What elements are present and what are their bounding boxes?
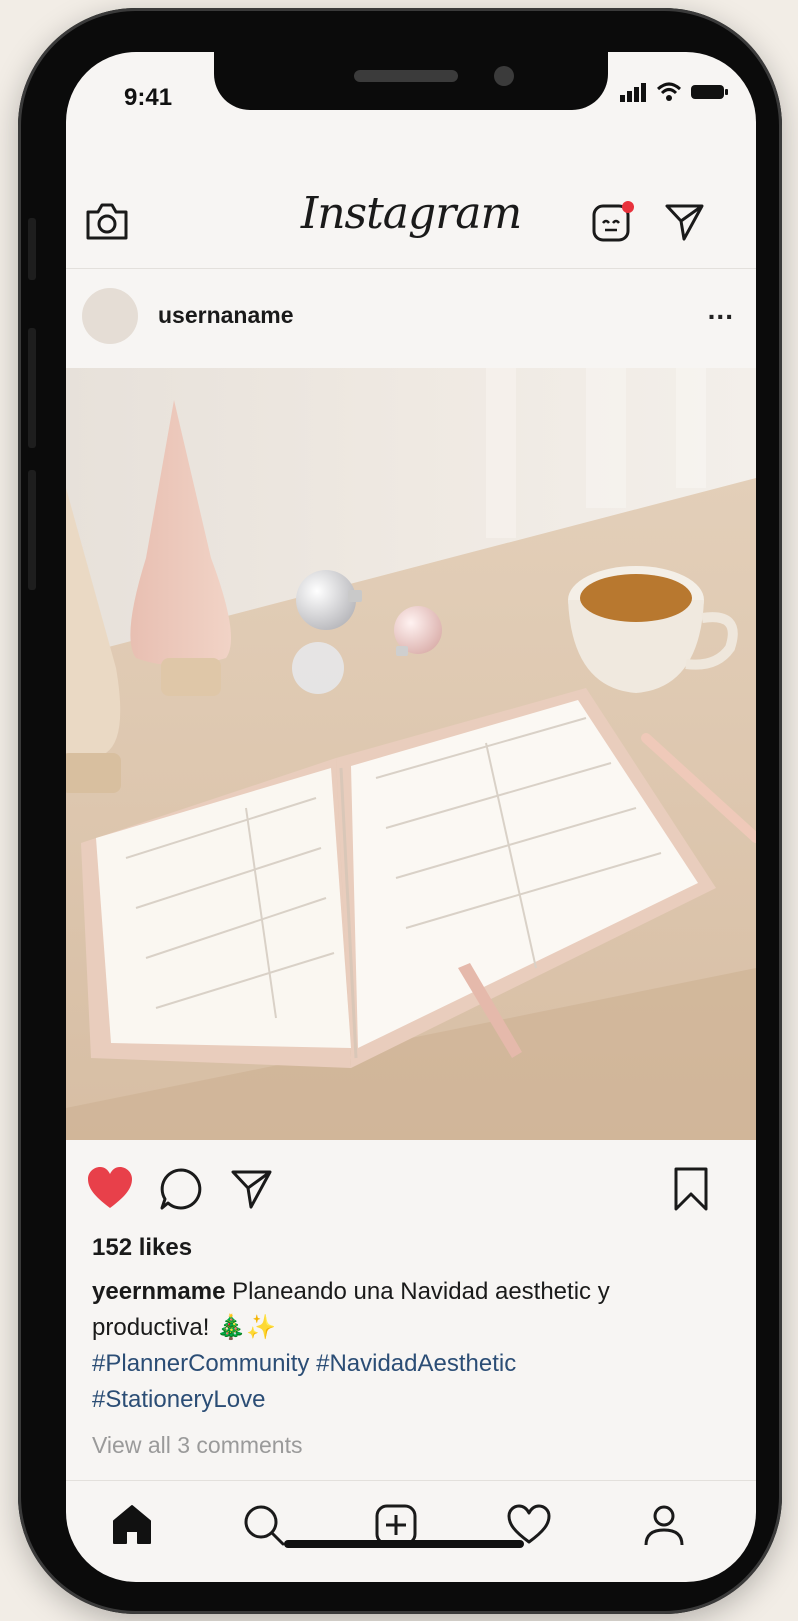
notch <box>214 52 608 110</box>
home-indicator[interactable] <box>284 1540 524 1548</box>
post-username[interactable]: usernaname <box>158 302 294 329</box>
mute-switch <box>28 218 36 280</box>
signal-icon <box>620 83 646 102</box>
share-icon[interactable] <box>230 1168 274 1210</box>
post-image[interactable] <box>66 368 756 1140</box>
notification-dot <box>622 201 634 213</box>
volume-down-button <box>28 470 36 590</box>
instagram-logo[interactable]: Instagram <box>66 188 756 239</box>
volume-up-button <box>28 328 36 448</box>
bookmark-icon[interactable] <box>672 1166 710 1212</box>
caption-username[interactable]: yeernmame <box>92 1278 225 1305</box>
app-header: Instagram <box>66 148 756 269</box>
avatar[interactable] <box>82 288 138 344</box>
post-caption: yeernmame Planeando una Navidad aestheti… <box>92 1274 732 1418</box>
screen: 9:41 Instagram usernaname ... 152 likes … <box>66 52 756 1582</box>
status-time: 9:41 <box>124 84 173 111</box>
wifi-icon <box>656 82 682 101</box>
home-icon[interactable] <box>110 1503 154 1545</box>
reels-icon[interactable] <box>590 198 636 244</box>
profile-icon[interactable] <box>642 1503 686 1547</box>
search-icon[interactable] <box>242 1503 286 1547</box>
like-icon[interactable] <box>86 1166 134 1210</box>
more-options-icon[interactable]: ... <box>708 294 734 326</box>
bottom-nav <box>66 1480 756 1582</box>
view-comments-link[interactable]: View all 3 comments <box>92 1432 303 1459</box>
likes-count[interactable]: 152 likes <box>92 1234 192 1262</box>
hashtags-line-1[interactable]: #PlannerCommunity #NavidadAesthetic <box>92 1350 516 1377</box>
status-icons <box>620 82 730 102</box>
front-camera <box>494 66 514 86</box>
send-icon[interactable] <box>664 202 706 242</box>
activity-heart-icon[interactable] <box>506 1503 552 1545</box>
post-photo <box>66 368 756 1140</box>
comment-icon[interactable] <box>158 1166 204 1212</box>
hashtags-line-2[interactable]: #StationeryLove <box>92 1386 265 1413</box>
post-actions <box>66 1164 756 1224</box>
speaker-grille <box>354 70 458 82</box>
battery-icon <box>691 85 728 99</box>
post-header: usernaname ... <box>66 270 756 368</box>
